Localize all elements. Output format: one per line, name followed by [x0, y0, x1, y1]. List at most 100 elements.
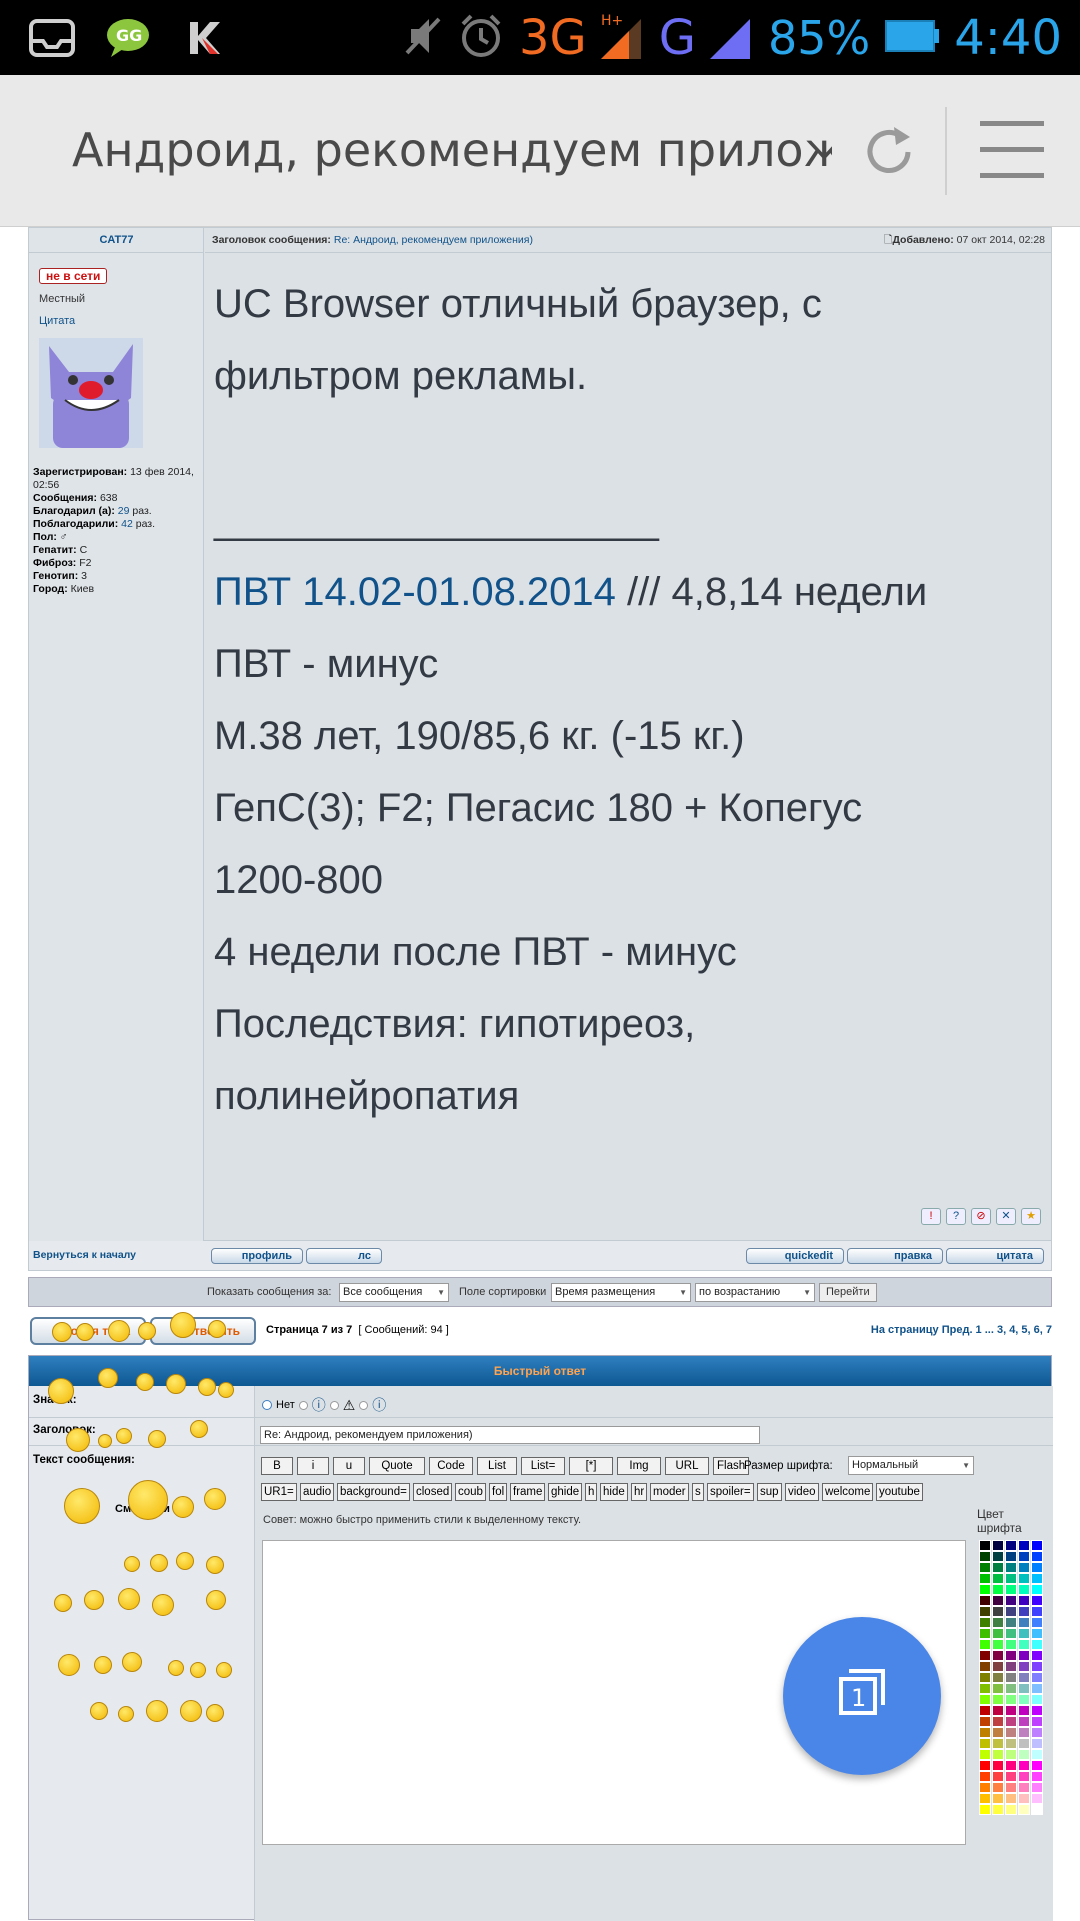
color-swatch[interactable] [979, 1782, 991, 1793]
color-swatch[interactable] [992, 1650, 1004, 1661]
color-swatch[interactable] [1005, 1672, 1017, 1683]
smiley-icon[interactable] [48, 1378, 74, 1404]
color-swatch[interactable] [992, 1793, 1004, 1804]
color-swatch[interactable] [992, 1551, 1004, 1562]
color-swatch[interactable] [979, 1573, 991, 1584]
radio-warning[interactable] [329, 1400, 339, 1410]
color-swatch[interactable] [1018, 1551, 1030, 1562]
format-button-i[interactable]: i [297, 1457, 329, 1475]
color-swatch[interactable] [992, 1749, 1004, 1760]
format-button-[interactable]: [*] [569, 1457, 613, 1475]
color-swatch[interactable] [992, 1661, 1004, 1672]
format-button-list[interactable]: List= [521, 1457, 565, 1475]
color-swatch[interactable] [1018, 1573, 1030, 1584]
color-swatch[interactable] [1031, 1628, 1043, 1639]
color-swatch[interactable] [1018, 1639, 1030, 1650]
color-swatch[interactable] [992, 1562, 1004, 1573]
color-swatch[interactable] [979, 1771, 991, 1782]
smiley-icon[interactable] [172, 1496, 194, 1518]
info-icon[interactable]: ? [946, 1208, 966, 1225]
color-swatch[interactable] [992, 1595, 1004, 1606]
edit-button[interactable]: правка [847, 1248, 943, 1264]
report-icon[interactable]: ! [921, 1208, 941, 1225]
quote-button[interactable]: цитата [946, 1248, 1044, 1264]
smiley-icon[interactable] [76, 1323, 94, 1341]
color-swatch[interactable] [979, 1584, 991, 1595]
color-swatch[interactable] [1005, 1595, 1017, 1606]
color-swatch[interactable] [1018, 1716, 1030, 1727]
back-to-top-link[interactable]: Вернуться к началу [33, 1249, 136, 1261]
color-swatch[interactable] [979, 1760, 991, 1771]
color-swatch[interactable] [992, 1628, 1004, 1639]
color-swatch[interactable] [1005, 1749, 1017, 1760]
smiley-icon[interactable] [98, 1434, 112, 1448]
color-swatch[interactable] [1005, 1551, 1017, 1562]
color-swatch[interactable] [1018, 1584, 1030, 1595]
color-swatch[interactable] [1005, 1606, 1017, 1617]
color-swatch[interactable] [1018, 1683, 1030, 1694]
color-swatch[interactable] [1031, 1793, 1043, 1804]
sort-field-select[interactable]: Время размещения [551, 1283, 691, 1302]
color-swatch[interactable] [1005, 1716, 1017, 1727]
radio-info[interactable] [298, 1400, 308, 1410]
color-swatch[interactable] [992, 1617, 1004, 1628]
color-swatch[interactable] [1005, 1738, 1017, 1749]
color-swatch[interactable] [1005, 1617, 1017, 1628]
smiley-icon[interactable] [94, 1656, 112, 1674]
format-button-background[interactable]: background= [337, 1483, 410, 1501]
smiley-icon[interactable] [124, 1556, 140, 1572]
go-button[interactable]: Перейти [819, 1283, 877, 1302]
smiley-icon[interactable] [122, 1652, 142, 1672]
color-swatch[interactable] [1005, 1540, 1017, 1551]
color-swatch[interactable] [992, 1584, 1004, 1595]
color-swatch[interactable] [992, 1639, 1004, 1650]
color-swatch[interactable] [979, 1606, 991, 1617]
format-button-welcome[interactable]: welcome [822, 1483, 874, 1501]
color-swatch[interactable] [1005, 1760, 1017, 1771]
format-button-code[interactable]: Code [429, 1457, 473, 1475]
color-swatch[interactable] [1018, 1606, 1030, 1617]
color-swatch[interactable] [1005, 1661, 1017, 1672]
color-swatch[interactable] [1031, 1694, 1043, 1705]
smiley-icon[interactable] [150, 1554, 168, 1572]
color-swatch[interactable] [1031, 1606, 1043, 1617]
smiley-icon[interactable] [64, 1488, 100, 1524]
color-swatch[interactable] [1005, 1639, 1017, 1650]
color-swatch[interactable] [1031, 1705, 1043, 1716]
color-swatch[interactable] [1018, 1672, 1030, 1683]
smiley-icon[interactable] [52, 1322, 72, 1342]
color-swatch[interactable] [1031, 1782, 1043, 1793]
color-swatch[interactable] [1031, 1738, 1043, 1749]
smiley-icon[interactable] [136, 1373, 154, 1391]
color-swatch[interactable] [1031, 1683, 1043, 1694]
color-swatch[interactable] [1031, 1573, 1043, 1584]
subject-input[interactable]: Re: Андроид, рекомендуем приложения) [260, 1426, 760, 1444]
smiley-icon[interactable] [190, 1420, 208, 1438]
format-button-video[interactable]: video [785, 1483, 819, 1501]
avatar[interactable] [39, 338, 143, 448]
format-button-closed[interactable]: closed [413, 1483, 453, 1501]
color-swatch[interactable] [979, 1540, 991, 1551]
color-swatch[interactable] [1031, 1749, 1043, 1760]
format-button-url[interactable]: URL [665, 1457, 709, 1475]
smiley-icon[interactable] [198, 1378, 216, 1396]
format-button-hide[interactable]: hide [600, 1483, 628, 1501]
color-swatch[interactable] [979, 1716, 991, 1727]
color-swatch[interactable] [1005, 1793, 1017, 1804]
author-name[interactable]: CAT77 [29, 228, 204, 253]
color-swatch[interactable] [1031, 1661, 1043, 1672]
color-swatch[interactable] [979, 1793, 991, 1804]
format-button-quote[interactable]: Quote [369, 1457, 425, 1475]
color-swatch[interactable] [1005, 1782, 1017, 1793]
color-swatch[interactable] [979, 1727, 991, 1738]
color-swatch[interactable] [992, 1573, 1004, 1584]
smiley-icon[interactable] [152, 1594, 174, 1616]
color-swatch[interactable] [1005, 1628, 1017, 1639]
smiley-icon[interactable] [190, 1662, 206, 1678]
color-swatch[interactable] [1031, 1595, 1043, 1606]
color-swatch[interactable] [1018, 1694, 1030, 1705]
format-button-h[interactable]: h [585, 1483, 598, 1501]
smiley-icon[interactable] [84, 1590, 104, 1610]
format-button-moder[interactable]: moder [650, 1483, 689, 1501]
smiley-icon[interactable] [208, 1320, 226, 1338]
